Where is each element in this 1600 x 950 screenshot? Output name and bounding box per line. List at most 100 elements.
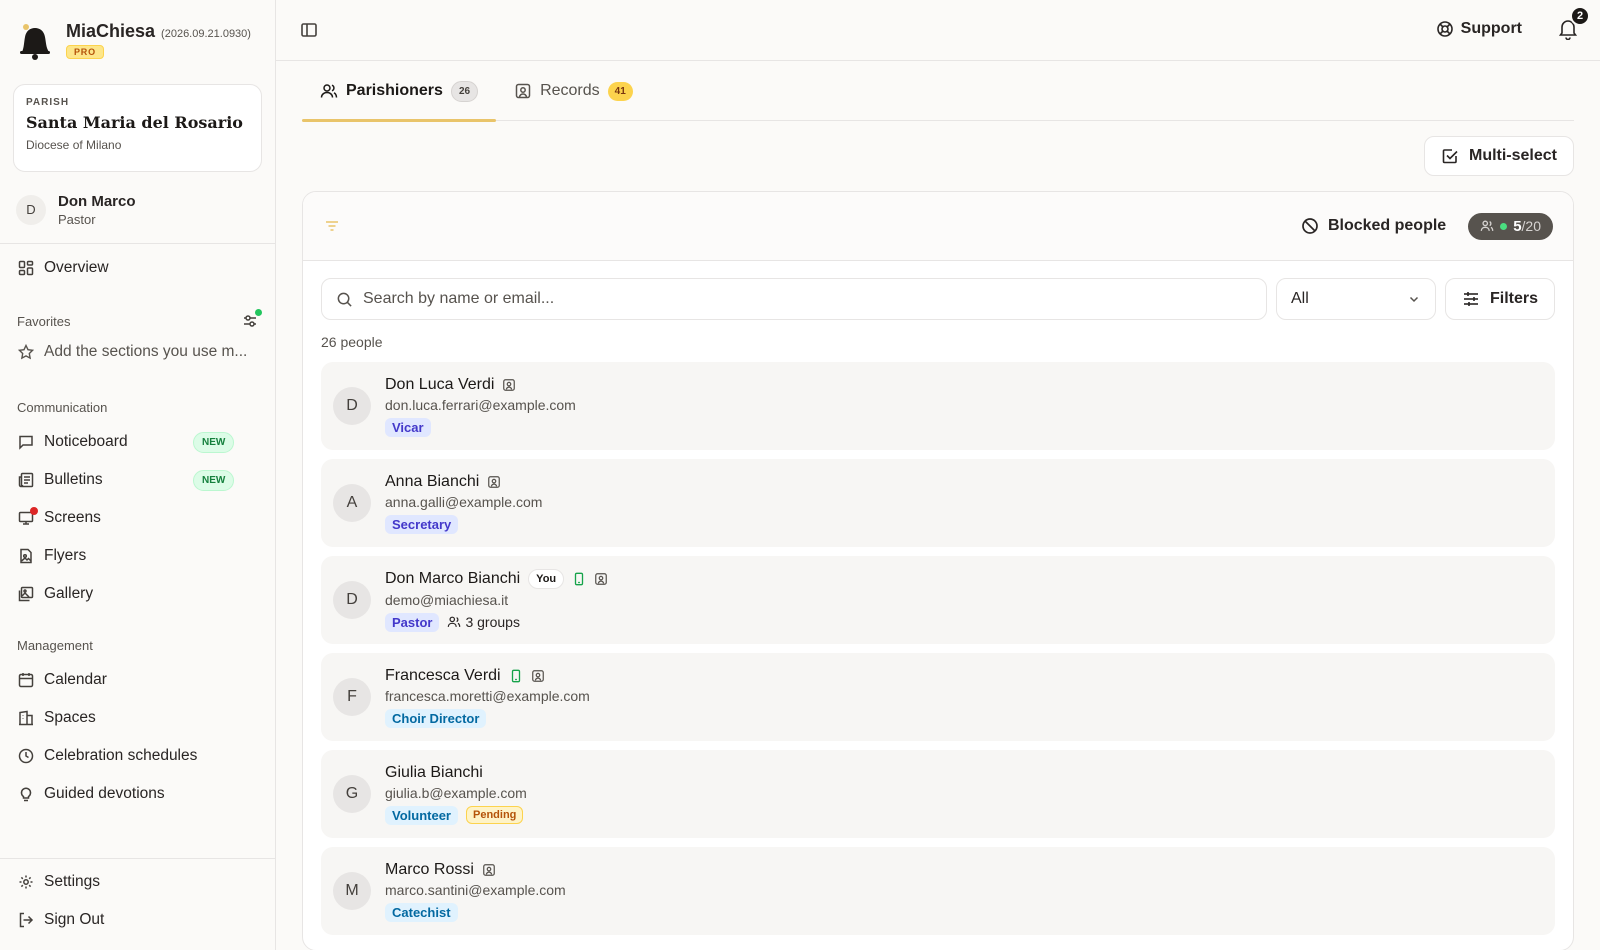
sidebar-item-spaces[interactable]: Spaces bbox=[0, 699, 275, 737]
parish-name: Santa Maria del Rosario bbox=[26, 113, 243, 132]
people-list: D Don Luca Verdi don.luca.ferrari@exampl… bbox=[303, 362, 1573, 935]
panel-left-icon bbox=[301, 23, 317, 37]
tab-count-badge: 26 bbox=[450, 80, 479, 102]
person-row[interactable]: F Francesca Verdi francesca.moretti@exam… bbox=[321, 653, 1555, 741]
management-section-label: Management bbox=[17, 637, 93, 653]
sidebar-item-label: Gallery bbox=[44, 585, 94, 602]
sidebar-item-celebration-schedules[interactable]: Celebration schedules bbox=[0, 737, 275, 775]
favorites-add[interactable]: Add the sections you use m... bbox=[0, 333, 275, 371]
notifications-button[interactable]: 2 bbox=[1558, 6, 1590, 40]
app-version: (2026.09.21.0930) bbox=[161, 28, 251, 40]
app-name: MiaChiesa (2026.09.21.0930) bbox=[66, 21, 251, 42]
role-tag: Pastor bbox=[385, 612, 440, 632]
user-profile[interactable]: D Don Marco Pastor bbox=[0, 176, 275, 244]
multi-select-button[interactable]: Multi-select bbox=[1423, 136, 1574, 176]
support-button[interactable]: Support bbox=[1436, 20, 1522, 38]
brand: MiaChiesa (2026.09.21.0930) PRO bbox=[0, 0, 275, 80]
search-icon bbox=[337, 292, 352, 307]
sliders-horizontal-icon bbox=[1463, 292, 1478, 306]
sidebar-item-label: Flyers bbox=[44, 547, 87, 564]
person-row[interactable]: D Don Marco Bianchi You demo@miachiesa.i… bbox=[321, 556, 1555, 644]
communication-section-label: Communication bbox=[17, 399, 108, 415]
person-name: Francesca Verdi bbox=[385, 666, 501, 684]
calendar-icon bbox=[18, 673, 34, 688]
parish-card[interactable]: PARISH Santa Maria del Rosario Diocese o… bbox=[13, 84, 262, 172]
sidebar-item-screens[interactable]: Screens bbox=[0, 499, 275, 537]
status-filter-select[interactable]: All bbox=[1275, 278, 1436, 320]
log-out-icon bbox=[19, 912, 34, 928]
sidebar-item-gallery[interactable]: Gallery bbox=[0, 575, 275, 613]
sidebar-toggle-button[interactable] bbox=[300, 21, 318, 39]
person-email: demo@miachiesa.it bbox=[385, 591, 509, 608]
tab-count-badge: 41 bbox=[607, 81, 633, 101]
person-row[interactable]: D Don Luca Verdi don.luca.ferrari@exampl… bbox=[321, 362, 1555, 450]
sidebar-item-guided-devotions[interactable]: Guided devotions bbox=[0, 775, 275, 813]
user-avatar: D bbox=[16, 194, 46, 225]
smartphone-icon bbox=[511, 669, 520, 682]
blocked-people-button[interactable]: Blocked people bbox=[1301, 217, 1446, 235]
sidebar-item-overview[interactable]: Overview bbox=[0, 249, 275, 287]
people-count: 26 people bbox=[321, 334, 383, 350]
users-small-icon bbox=[1480, 220, 1494, 231]
star-icon bbox=[18, 344, 34, 360]
people-panel: Blocked people 5/20 Search by name or em… bbox=[302, 191, 1574, 950]
pending-badge: Pending bbox=[466, 806, 524, 824]
sidebar-item-calendar[interactable]: Calendar bbox=[0, 661, 275, 699]
ban-icon bbox=[1302, 218, 1318, 234]
panel-header: Blocked people 5/20 bbox=[303, 192, 1573, 261]
person-avatar: D bbox=[333, 581, 371, 619]
toolbar: Multi-select bbox=[302, 121, 1574, 191]
tab-records[interactable]: Records 41 bbox=[496, 61, 651, 121]
sidebar-footer: Settings Sign Out bbox=[0, 858, 275, 939]
sidebar-item-label: Celebration schedules bbox=[44, 747, 198, 764]
user-name: Don Marco bbox=[58, 192, 136, 210]
sidebar-item-label: Overview bbox=[44, 259, 109, 276]
search-box bbox=[321, 278, 1267, 320]
contact-card-icon bbox=[503, 378, 516, 391]
favorites-dot bbox=[255, 309, 262, 316]
person-row[interactable]: A Anna Bianchi anna.galli@example.com Se… bbox=[321, 459, 1555, 547]
person-name: Anna Bianchi bbox=[385, 472, 480, 490]
parish-diocese: Diocese of Milano bbox=[26, 138, 122, 152]
person-avatar: G bbox=[333, 775, 371, 813]
blocked-people-label: Blocked people bbox=[1327, 217, 1447, 234]
clock-icon bbox=[18, 748, 34, 764]
new-badge: NEW bbox=[193, 431, 235, 453]
sidebar-item-settings[interactable]: Settings bbox=[0, 863, 275, 901]
quota-total: /20 bbox=[1521, 217, 1541, 234]
favorites-settings-button[interactable] bbox=[242, 309, 262, 329]
sidebar-item-bulletins[interactable]: Bulletins NEW bbox=[0, 461, 275, 499]
contact-icon bbox=[515, 83, 531, 99]
person-name: Giulia Bianchi bbox=[385, 763, 483, 781]
sidebar: MiaChiesa (2026.09.21.0930) PRO PARISH S… bbox=[0, 0, 276, 950]
person-email: don.luca.ferrari@example.com bbox=[385, 396, 576, 413]
tabs: Parishioners 26 Records 41 bbox=[302, 61, 1574, 122]
groups-label: 3 groups bbox=[465, 614, 520, 630]
person-row[interactable]: G Giulia Bianchi giulia.b@example.com Vo… bbox=[321, 750, 1555, 838]
new-badge: NEW bbox=[193, 469, 235, 491]
groups-count: 3 groups bbox=[447, 614, 520, 630]
contact-card-icon bbox=[531, 669, 544, 682]
sort-button[interactable] bbox=[323, 217, 341, 235]
sidebar-item-flyers[interactable]: Flyers bbox=[0, 537, 275, 575]
search-row: All Filters bbox=[303, 261, 1573, 320]
main-area: Support 2 Parishioners 26 Records 41 Mul… bbox=[276, 0, 1600, 950]
person-row[interactable]: M Marco Rossi marco.santini@example.com … bbox=[321, 847, 1555, 935]
search-input[interactable] bbox=[363, 290, 1252, 308]
filters-button[interactable]: Filters bbox=[1444, 278, 1555, 320]
tab-parishioners[interactable]: Parishioners 26 bbox=[302, 61, 497, 122]
sidebar-item-noticeboard[interactable]: Noticeboard NEW bbox=[0, 423, 275, 461]
building-icon bbox=[19, 710, 33, 726]
sidebar-item-sign-out[interactable]: Sign Out bbox=[0, 901, 275, 939]
role-tag: Secretary bbox=[385, 514, 459, 534]
user-quota-badge: 5/20 bbox=[1468, 212, 1553, 240]
role-tag: Choir Director bbox=[385, 708, 487, 728]
role-tag: Vicar bbox=[385, 417, 431, 437]
person-email: giulia.b@example.com bbox=[385, 784, 527, 801]
person-avatar: F bbox=[333, 678, 371, 716]
quota-used: 5 bbox=[1513, 217, 1522, 235]
users-icon bbox=[320, 84, 338, 98]
tab-label: Records bbox=[540, 82, 600, 99]
sidebar-item-label: Spaces bbox=[44, 709, 96, 726]
grid-icon bbox=[18, 260, 34, 276]
